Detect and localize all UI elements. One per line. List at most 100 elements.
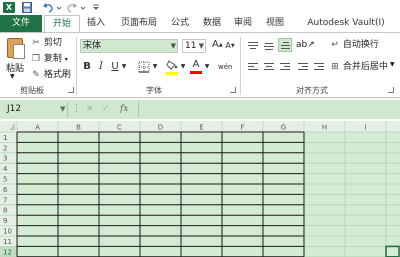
undo-icon[interactable] [42,2,54,13]
underline-dropdown-icon[interactable]: ▼ [121,61,127,73]
alignment-group-label: 对齐方式 [296,86,328,95]
paintbrush-icon: ✎ [32,70,40,80]
font-color-button[interactable]: A [190,59,202,74]
merge-center-label: 合并后居中 [342,62,388,72]
row-header-11[interactable]: 11 [3,238,12,246]
copy-button[interactable]: ❐ 复制 ▾ [31,53,68,65]
column-header-a[interactable]: A [35,124,40,132]
font-name-value: 宋体 [83,41,102,51]
merge-center-button[interactable]: ⊞ 合并后居中 [330,61,388,73]
cut-label: 剪切 [43,38,62,48]
save-icon[interactable] [22,2,32,13]
fill-color-button[interactable] [166,60,178,75]
tab-file[interactable]: 文件 [0,15,42,32]
row-header-3[interactable]: 3 [3,155,7,163]
column-header-c[interactable]: C [117,124,122,132]
shrink-font-button[interactable]: A▼ [225,40,235,52]
tab-data[interactable]: 数据 [198,15,226,32]
paste-button[interactable] [4,36,28,82]
worksheet-grid[interactable]: A B C D E F G H I 1 2 3 4 5 6 7 8 9 10 11 12 [0,121,400,257]
worksheet-canvas[interactable]: A B C D E F G H I123456789101112 [0,121,400,257]
font-name-select[interactable]: 宋体 ▼ [80,39,178,53]
column-header-h[interactable]: H [322,124,327,132]
tab-formulas[interactable]: 公式 [168,15,192,32]
name-box-dropdown-icon[interactable]: ▼ [60,102,65,117]
cancel-icon[interactable]: ✕ [86,102,94,117]
column-header-f[interactable]: F [240,124,244,132]
middle-align-button[interactable] [262,40,276,52]
cut-button[interactable]: ✂ 剪切 [31,37,62,49]
column-header-d[interactable]: D [158,124,163,132]
grow-font-label: A [212,39,219,50]
phonetic-guide-button[interactable]: wén [218,61,232,73]
font-size-select[interactable]: 11 ▼ [182,39,206,53]
enter-icon[interactable]: ✓ [102,102,110,117]
chevron-down-icon: ▼ [170,42,176,50]
font-launcher-icon[interactable] [230,87,236,93]
quick-access-toolbar: X [0,0,400,15]
chevron-down-icon: ▼ [198,42,204,50]
row-header-1[interactable]: 1 [3,134,7,142]
redo-icon[interactable] [66,2,78,13]
bottom-align-button[interactable] [278,38,292,52]
tab-view[interactable]: 视图 [262,15,288,32]
tab-insert[interactable]: 插入 [82,15,110,32]
underline-button[interactable]: U [110,61,120,73]
row-header-8[interactable]: 8 [3,207,7,215]
font-color-dropdown-icon[interactable]: ▼ [204,61,210,73]
row-header-2[interactable]: 2 [3,144,7,152]
align-left-button[interactable] [246,61,260,73]
row-header-6[interactable]: 6 [3,186,8,194]
insert-function-button[interactable]: fx [120,102,128,117]
scissors-icon: ✂ [32,38,40,48]
clipboard-launcher-icon[interactable] [68,87,74,93]
top-align-button[interactable] [246,40,260,52]
paste-dropdown-icon[interactable]: ▼ [10,73,15,80]
increase-indent-button[interactable] [312,61,326,73]
border-icon[interactable] [138,61,150,73]
column-header-e[interactable]: E [199,124,203,132]
group-divider [240,37,241,95]
fill-color-dropdown-icon[interactable]: ▼ [180,61,186,73]
border-dropdown-icon[interactable]: ▼ [152,61,158,73]
row-header-9[interactable]: 9 [3,217,7,225]
align-right-button[interactable] [278,61,292,73]
bold-button[interactable]: B [82,61,92,73]
formula-bar: J12 ▼ ⋮ ✕ ✓ fx [0,100,400,119]
font-color-swatch [190,71,202,74]
copy-dropdown-icon[interactable]: ▾ [65,56,68,63]
merge-dropdown-icon[interactable]: ▼ [390,61,395,68]
formula-input[interactable] [138,102,398,117]
row-header-5[interactable]: 5 [3,176,7,184]
row-header-7[interactable]: 7 [3,196,7,204]
fill-color-swatch [166,72,178,75]
redo-dropdown-icon[interactable] [80,2,86,13]
tab-autodesk-vault[interactable]: Autodesk Vault(Ⅰ) [296,15,396,32]
tab-home[interactable]: 开始 [44,15,80,32]
italic-button[interactable]: I [96,61,106,73]
paste-paper-icon [13,44,25,59]
clipboard-group-label: 剪贴板 [20,86,44,95]
tab-page-layout[interactable]: 页面布局 [114,15,164,32]
customize-qat-icon[interactable] [92,2,100,13]
font-group-label: 字体 [146,86,162,95]
row-header-12[interactable]: 12 [3,248,12,256]
column-header-i[interactable]: I [364,124,366,132]
orientation-button[interactable]: ab↗ [296,39,315,51]
column-header-g[interactable]: G [281,124,286,132]
format-painter-button[interactable]: ✎ 格式刷 [31,69,71,81]
grow-font-button[interactable]: A▲ [212,39,223,51]
name-box[interactable]: J12 [2,102,68,117]
format-painter-label: 格式刷 [43,70,71,80]
align-center-button[interactable] [262,61,276,73]
row-header-4[interactable]: 4 [3,165,8,173]
column-header-b[interactable]: B [76,124,81,132]
tab-review[interactable]: 审阅 [230,15,256,32]
decrease-indent-button[interactable] [296,61,310,73]
excel-logo-icon: X [3,2,15,13]
wrap-text-button[interactable]: ↵ 自动换行 [330,39,379,51]
undo-dropdown-icon[interactable] [56,2,62,13]
row-header-10[interactable]: 10 [3,228,12,236]
alignment-launcher-icon[interactable] [388,87,394,93]
formula-bar-grip-icon: ⋮ [72,104,81,114]
